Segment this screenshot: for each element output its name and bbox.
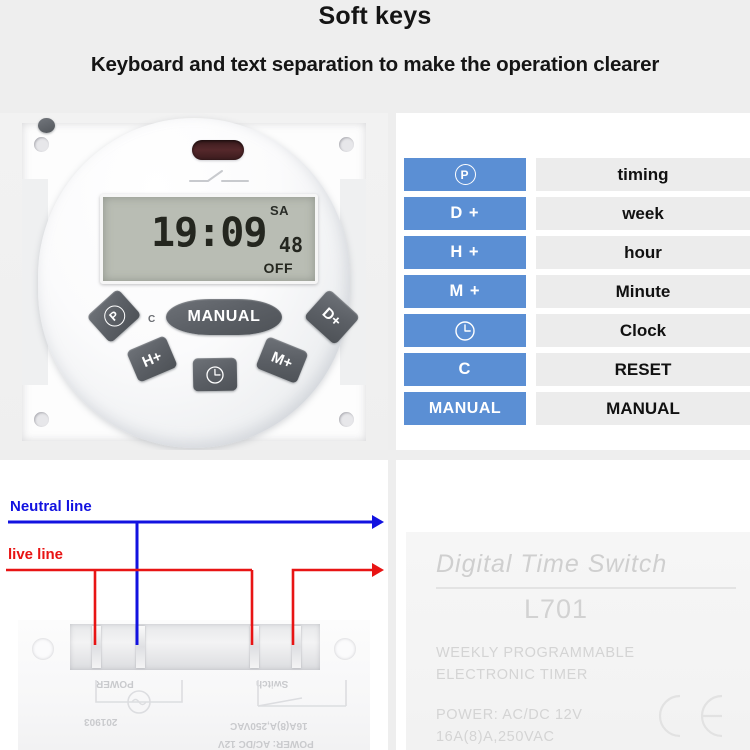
key-desc-hour: hour bbox=[536, 236, 750, 269]
product-model: L701 bbox=[523, 594, 589, 624]
device-clock-button[interactable] bbox=[192, 357, 238, 392]
device-m-plus-button[interactable]: M+ bbox=[255, 335, 309, 385]
product-power-line1: POWER: AC/DC 12V bbox=[436, 707, 583, 723]
lcd-display: SA 19:09 48 OFF bbox=[100, 194, 318, 284]
circled-p-icon: P bbox=[454, 164, 476, 185]
key-desc-clock: Clock bbox=[536, 314, 750, 347]
neutral-line-label: Neutral line bbox=[10, 498, 92, 515]
table-row: MANUAL MANUAL bbox=[404, 392, 750, 425]
key-cell-d-plus[interactable]: D + bbox=[404, 197, 526, 230]
key-desc-manual: MANUAL bbox=[536, 392, 750, 425]
product-label-photo: Digital Time Switch L701 WEEKLY PROGRAMM… bbox=[396, 460, 750, 750]
lcd-time: 19:09 bbox=[151, 210, 267, 256]
device-photo: SA 19:09 48 OFF MANUAL P H+ M+ D+ C bbox=[0, 113, 388, 450]
table-row: Clock bbox=[404, 314, 750, 347]
product-power-line2: 16A(8)A,250VAC bbox=[436, 729, 555, 746]
page-title: Soft keys bbox=[318, 2, 432, 30]
status-led bbox=[192, 140, 244, 160]
wiring-diagram-panel: POWER Switch 201903 16A(8)A,250VAC POWER… bbox=[0, 460, 388, 750]
device-photo-panel: SA 19:09 48 OFF MANUAL P H+ M+ D+ C bbox=[0, 113, 388, 450]
table-row: C RESET bbox=[404, 353, 750, 386]
clock-icon bbox=[455, 320, 475, 341]
device-reset-label: C bbox=[148, 314, 156, 325]
key-legend-panel: P timing D + week H + hour M + Minute Cl… bbox=[396, 113, 750, 450]
key-legend-table: P timing D + week H + hour M + Minute Cl… bbox=[404, 158, 750, 431]
neutral-arrow-icon bbox=[372, 515, 384, 529]
timer-body: SA 19:09 48 OFF MANUAL P H+ M+ D+ C bbox=[38, 118, 361, 448]
device-manual-button[interactable]: MANUAL bbox=[166, 299, 282, 335]
screw-hole-bottom-right bbox=[339, 412, 354, 427]
wiring-diagram: POWER Switch 201903 16A(8)A,250VAC POWER… bbox=[0, 460, 388, 750]
live-arrow-icon bbox=[372, 563, 384, 577]
lcd-seconds: 48 bbox=[278, 233, 303, 257]
product-label-card: Digital Time Switch L701 WEEKLY PROGRAMM… bbox=[406, 532, 750, 750]
live-line-label: live line bbox=[8, 546, 64, 563]
page-header: Soft keys Keyboard and text separation t… bbox=[0, 0, 750, 108]
device-p-button[interactable]: P bbox=[86, 288, 142, 344]
table-row: D + week bbox=[404, 197, 750, 230]
page-subtitle: Keyboard and text separation to make the… bbox=[90, 53, 660, 76]
product-brand-line: Digital Time Switch bbox=[436, 550, 668, 578]
device-h-plus-button[interactable]: H+ bbox=[126, 335, 178, 383]
product-description-line1: WEEKLY PROGRAMMABLE bbox=[436, 645, 635, 661]
screw-hole-top-left bbox=[34, 137, 49, 152]
product-description-line2: ELECTRONIC TIMER bbox=[436, 667, 588, 684]
relay-symbol-icon bbox=[188, 168, 250, 184]
key-cell-h-plus[interactable]: H + bbox=[404, 236, 526, 269]
key-desc-timing: timing bbox=[536, 158, 750, 191]
key-desc-week: week bbox=[536, 197, 750, 230]
product-description: WEEKLY PROGRAMMABLE ELECTRONIC TIMER bbox=[436, 642, 635, 687]
product-power-spec: POWER: AC/DC 12V 16A(8)A,250VAC bbox=[436, 704, 583, 749]
lcd-day-indicator: SA bbox=[269, 203, 289, 218]
key-desc-minute: Minute bbox=[536, 275, 750, 308]
screw-hole-bottom-left bbox=[34, 412, 49, 427]
key-desc-reset: RESET bbox=[536, 353, 750, 386]
key-cell-clock[interactable] bbox=[404, 314, 526, 347]
ce-mark-icon bbox=[646, 690, 728, 742]
table-row: H + hour bbox=[404, 236, 750, 269]
clock-icon bbox=[206, 365, 224, 384]
label-divider bbox=[436, 587, 736, 589]
key-cell-manual[interactable]: MANUAL bbox=[404, 392, 526, 425]
table-row: M + Minute bbox=[404, 275, 750, 308]
circled-p-icon: P bbox=[99, 301, 129, 331]
screw-hole-top-right bbox=[339, 137, 354, 152]
table-row: P timing bbox=[404, 158, 750, 191]
live-output-wire bbox=[291, 568, 372, 645]
product-label-panel: Digital Time Switch L701 WEEKLY PROGRAMM… bbox=[396, 460, 750, 750]
device-reset-button[interactable] bbox=[38, 118, 55, 133]
key-cell-c[interactable]: C bbox=[404, 353, 526, 386]
key-cell-m-plus[interactable]: M + bbox=[404, 275, 526, 308]
key-cell-p[interactable]: P bbox=[404, 158, 526, 191]
lcd-state-indicator: OFF bbox=[263, 260, 293, 276]
